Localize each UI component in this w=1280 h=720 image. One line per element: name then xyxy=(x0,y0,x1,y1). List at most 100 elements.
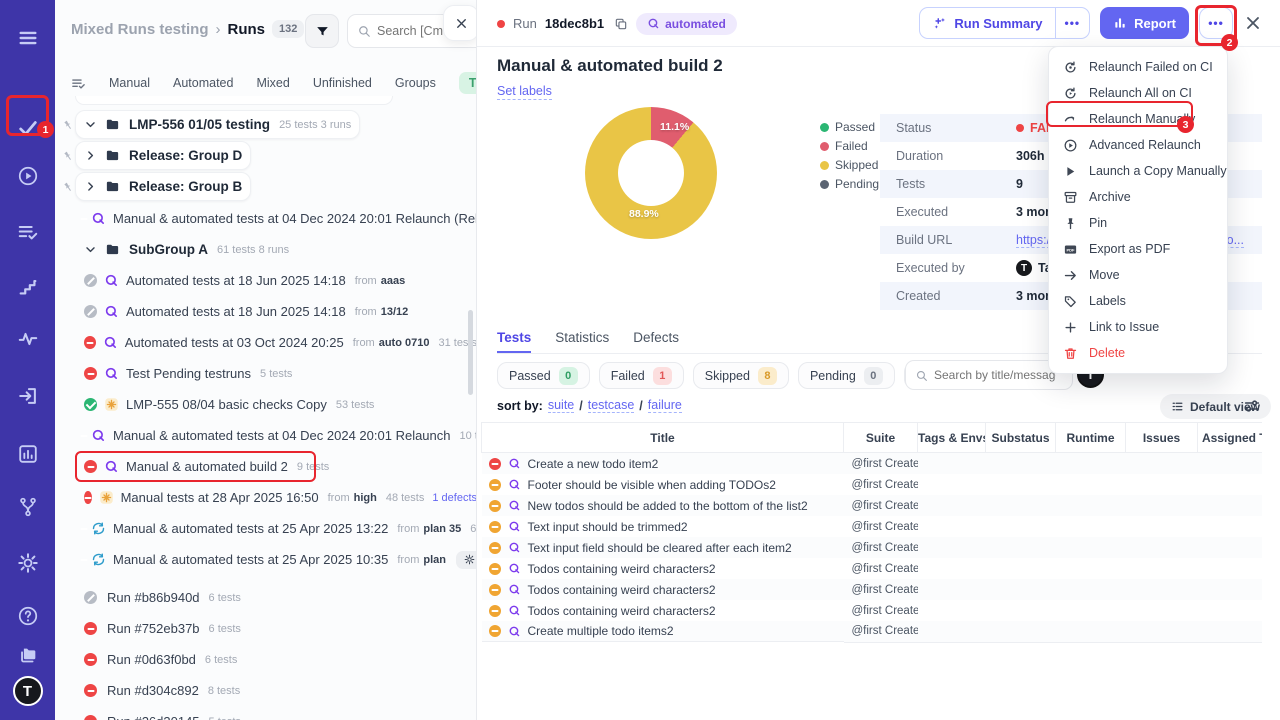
run-list-item[interactable]: Automated tests at 18 Jun 2025 14:18from… xyxy=(55,265,477,296)
column-header-suite[interactable]: Suite xyxy=(844,423,918,453)
filter-chip-skipped[interactable]: Skipped8 xyxy=(693,362,789,389)
tab-statistics[interactable]: Statistics xyxy=(555,330,609,353)
detail-close-icon[interactable] xyxy=(1243,13,1263,33)
run-list-item[interactable]: Run #752eb37b6 tests xyxy=(55,613,477,644)
tab-defects[interactable]: Defects xyxy=(633,330,679,353)
menu-item-export-as-pdf[interactable]: PDFExport as PDF xyxy=(1049,236,1227,262)
run-group-card[interactable]: Release: Group D xyxy=(75,141,251,170)
test-row[interactable]: Todos containing weird characters2@first… xyxy=(482,600,1263,621)
copy-icon[interactable] xyxy=(614,17,628,31)
test-title-cell[interactable]: Todos containing weird characters2 xyxy=(482,558,844,579)
rail-login-icon[interactable] xyxy=(0,376,55,416)
test-row[interactable]: Todos containing weird characters2@first… xyxy=(482,558,1263,579)
test-title-cell[interactable]: Text input should be trimmed2 xyxy=(482,516,844,537)
run-group-card[interactable]: LMP-556 01/05 testing25 tests 3 runs xyxy=(75,110,360,139)
test-title-cell[interactable]: Todos containing weird characters2 xyxy=(482,600,844,621)
sort-by-suite[interactable]: suite xyxy=(548,398,574,413)
breadcrumb-project[interactable]: Mixed Runs testing xyxy=(71,21,209,38)
runs-tab-mixed[interactable]: Mixed xyxy=(256,76,289,90)
runs-scrollbar[interactable] xyxy=(468,310,473,395)
test-row[interactable]: Footer should be visible when adding TOD… xyxy=(482,474,1263,495)
filter-button[interactable] xyxy=(305,14,339,48)
sort-by-testcase[interactable]: testcase xyxy=(588,398,635,413)
menu-item-archive[interactable]: Archive xyxy=(1049,184,1227,210)
filter-chip-passed[interactable]: Passed0 xyxy=(497,362,590,389)
set-labels-link[interactable]: Set labels xyxy=(497,84,552,100)
menu-item-launch-a-copy-manually[interactable]: Launch a Copy Manually xyxy=(1049,158,1227,184)
run-group-row[interactable]: Release: Group B xyxy=(55,172,477,203)
sort-by-failure[interactable]: failure xyxy=(648,398,682,413)
rail-folders-icon[interactable] xyxy=(0,636,55,676)
run-list-item[interactable]: Run #0d63f0bd6 tests xyxy=(55,644,477,675)
run-list-item[interactable]: Manual & automated tests at 04 Dec 2024 … xyxy=(55,203,477,234)
test-suite-cell[interactable]: @first Create ... xyxy=(844,579,918,600)
column-header-title[interactable]: Title xyxy=(482,423,844,453)
test-suite-cell[interactable]: @first Create ... xyxy=(844,516,918,537)
menu-item-labels[interactable]: Labels xyxy=(1049,288,1227,314)
test-suite-cell[interactable]: @first Create ... xyxy=(844,558,918,579)
menu-item-advanced-relaunch[interactable]: Advanced Relaunch xyxy=(1049,132,1227,158)
rail-list-check-icon[interactable] xyxy=(0,212,55,252)
rail-gear-icon[interactable] xyxy=(0,543,55,583)
breadcrumb-section[interactable]: Runs xyxy=(228,21,266,38)
filter-chip-pending[interactable]: Pending0 xyxy=(798,362,895,389)
runs-tab-manual[interactable]: Manual xyxy=(109,76,150,90)
run-summary-button[interactable]: Run Summary ••• xyxy=(919,7,1090,39)
run-list-item[interactable]: Manual & automated build 29 tests xyxy=(55,451,477,482)
menu-item-move[interactable]: Move xyxy=(1049,262,1227,288)
test-row[interactable]: Text input should be trimmed2@first Crea… xyxy=(482,516,1263,537)
filter-chip-failed[interactable]: Failed1 xyxy=(599,362,684,389)
run-list-item[interactable]: Run #b86b940d6 tests xyxy=(55,582,477,613)
run-list-item[interactable]: Manual & automated tests at 25 Apr 2025 … xyxy=(55,513,477,544)
run-defects-link[interactable]: 1 defects xyxy=(432,492,477,504)
column-header-issues[interactable]: Issues xyxy=(1126,423,1198,453)
test-suite-cell[interactable]: @first Create ... xyxy=(844,474,918,495)
run-list-item[interactable]: Automated tests at 18 Jun 2025 14:18from… xyxy=(55,296,477,327)
run-list-item[interactable]: Manual & automated tests at 04 Dec 2024 … xyxy=(55,420,477,451)
sliders-icon[interactable] xyxy=(1243,397,1261,415)
report-button[interactable]: Report xyxy=(1100,7,1189,39)
detail-value[interactable]: https:/ xyxy=(1016,233,1050,248)
user-avatar[interactable]: T xyxy=(13,676,43,706)
test-suite-cell[interactable]: @first Create ... xyxy=(844,453,918,475)
menu-item-relaunch-failed-on-ci[interactable]: Relaunch Failed on CI xyxy=(1049,54,1227,80)
run-list-item[interactable]: Manual & automated tests at 25 Apr 2025 … xyxy=(55,544,477,575)
rail-menu-icon[interactable] xyxy=(0,18,55,58)
run-group-row[interactable]: Release: Group D xyxy=(55,141,477,172)
rail-steps-icon[interactable] xyxy=(0,267,55,307)
test-title-cell[interactable]: Text input field should be cleared after… xyxy=(482,537,844,558)
run-list-item[interactable]: Test Pending testruns5 tests xyxy=(55,358,477,389)
rail-play-circle-icon[interactable] xyxy=(0,156,55,196)
run-group-card[interactable]: Release: Group B xyxy=(75,172,251,201)
menu-item-pin[interactable]: Pin xyxy=(1049,210,1227,236)
run-list-item[interactable]: Run #d304c8928 tests xyxy=(55,675,477,706)
tests-search-input[interactable] xyxy=(934,368,1056,382)
test-title-cell[interactable]: Footer should be visible when adding TOD… xyxy=(482,474,844,495)
column-header-runtime[interactable]: Runtime xyxy=(1056,423,1126,453)
menu-item-relaunch-manually[interactable]: Relaunch Manually xyxy=(1049,106,1227,132)
column-header-assigned-to[interactable]: Assigned To xyxy=(1198,423,1263,453)
run-group-row[interactable]: LMP-556 01/05 testing25 tests 3 runs xyxy=(55,110,477,141)
menu-item-link-to-issue[interactable]: Link to Issue xyxy=(1049,314,1227,340)
automated-badge[interactable]: automated xyxy=(636,13,737,35)
test-title-cell[interactable]: Create a new todo item2 xyxy=(482,453,844,474)
test-row[interactable]: Text input field should be cleared after… xyxy=(482,537,1263,558)
test-title-cell[interactable]: New todos should be added to the bottom … xyxy=(482,495,844,516)
test-row[interactable]: Create multiple todo items2@first Create… xyxy=(482,621,1263,642)
run-group-row[interactable]: SubGroup A61 tests 8 runs xyxy=(55,234,477,265)
rail-help-icon[interactable] xyxy=(0,596,55,636)
tab-tests[interactable]: Tests xyxy=(497,330,531,353)
rail-report-icon[interactable] xyxy=(0,434,55,474)
menu-item-delete[interactable]: Delete xyxy=(1049,340,1227,366)
run-summary-more-button[interactable]: ••• xyxy=(1055,8,1090,38)
runs-tab-to[interactable]: To xyxy=(459,72,477,94)
test-suite-cell[interactable]: @first Create ... xyxy=(844,600,918,621)
run-list-item[interactable]: Automated tests at 03 Oct 2024 20:25from… xyxy=(55,327,477,358)
menu-item-relaunch-all-on-ci[interactable]: Relaunch All on CI xyxy=(1049,80,1227,106)
panel-close-button[interactable] xyxy=(443,5,477,41)
column-header-substatus[interactable]: Substatus xyxy=(986,423,1056,453)
run-list-item[interactable]: LMP-555 08/04 basic checks Copy53 tests xyxy=(55,389,477,420)
rail-pulse-icon[interactable] xyxy=(0,319,55,359)
test-suite-cell[interactable]: @first Create ... xyxy=(844,495,918,516)
test-suite-cell[interactable]: @first Create ... xyxy=(844,621,918,642)
